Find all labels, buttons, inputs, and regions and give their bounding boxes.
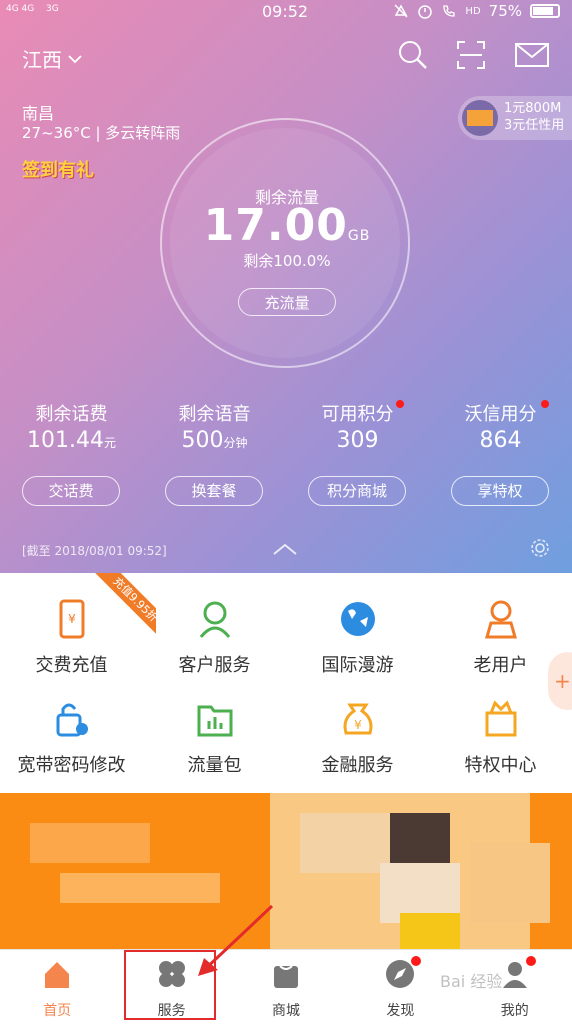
svg-text:¥: ¥ — [68, 612, 76, 626]
promo-image-banner[interactable] — [0, 793, 572, 949]
customer-service-icon — [199, 601, 230, 638]
flow-unit: GB — [347, 228, 371, 244]
stat-value: 309 — [336, 428, 379, 453]
service-label: 国际漫游 — [321, 655, 394, 676]
stats-row: 剩余话费 101.44元 交话费 剩余语音 500分钟 换套餐 可用积分 309… — [0, 400, 572, 506]
service-label: 交费充值 — [35, 655, 108, 676]
tab-home[interactable]: 首页 — [0, 950, 114, 1024]
stat-value: 101.44 — [27, 428, 104, 453]
notification-dot — [541, 400, 549, 408]
home-icon — [45, 962, 70, 988]
pixelated-banner-image — [0, 793, 572, 949]
battery-icon — [530, 4, 560, 18]
chevron-down-icon — [68, 54, 82, 63]
recharge-data-button[interactable]: 充流量 — [238, 288, 336, 316]
promo-line1: 1元800M — [504, 101, 562, 116]
service-roaming[interactable]: 国际漫游 — [286, 599, 429, 677]
stat-voice: 剩余语音 500分钟 换套餐 — [143, 400, 286, 506]
ribbon-text: 充值9.95折 — [89, 573, 156, 643]
signal-label-2: 3G — [46, 4, 59, 14]
signal-label-1: 4G 4G — [6, 4, 35, 14]
data-usage-circle: 剩余流量 17.00GB 剩余100.0% 充流量 — [160, 118, 410, 368]
notification-dot — [396, 400, 404, 408]
status-bar: 4G 4G 3G 09:52 HD 75% — [0, 0, 572, 24]
chevron-up-icon[interactable] — [272, 542, 298, 556]
folder-chart-icon — [197, 705, 232, 737]
stat-value-wrap: 101.44元 — [0, 428, 143, 453]
money-bag-icon: ¥ — [343, 703, 372, 735]
alarm-icon — [418, 5, 433, 19]
service-data-pack[interactable]: 流量包 — [143, 699, 286, 777]
call-icon — [443, 5, 456, 17]
stat-label: 沃信用分 — [464, 404, 537, 425]
annotation-arrow-icon — [198, 904, 274, 976]
stat-value: 500 — [181, 428, 224, 453]
service-label: 金融服务 — [321, 755, 394, 776]
service-broadband-password[interactable]: 宽带密码修改 — [0, 699, 143, 777]
change-plan-button[interactable]: 换套餐 — [165, 476, 263, 506]
user-icon — [484, 600, 517, 639]
tab-label: 商城 — [271, 1003, 300, 1019]
promo-card-icon — [462, 100, 498, 136]
status-right: HD 75% — [393, 2, 560, 20]
stat-label: 剩余话费 — [35, 404, 108, 425]
flow-value-wrap: 17.00GB — [162, 200, 412, 251]
battery-percent: 75% — [488, 2, 522, 20]
hero-panel: 4G 4G 3G 09:52 HD 75% 江西 南昌 27~36°C | 多云… — [0, 0, 572, 573]
header-actions — [398, 40, 550, 70]
search-icon[interactable] — [398, 40, 428, 70]
stat-unit: 元 — [103, 436, 116, 450]
mute-icon — [394, 4, 408, 18]
stat-value-wrap: 309 — [286, 428, 429, 453]
flow-value: 17.00 — [203, 200, 348, 251]
mail-icon[interactable] — [514, 40, 550, 70]
hd-label: HD — [465, 5, 481, 17]
tab-label: 我的 — [500, 1003, 529, 1019]
service-label: 客户服务 — [178, 655, 251, 676]
service-label: 流量包 — [187, 755, 242, 776]
scan-icon[interactable] — [456, 40, 486, 70]
service-finance[interactable]: ¥ 金融服务 — [286, 699, 429, 777]
service-label: 特权中心 — [464, 755, 537, 776]
stat-label: 剩余语音 — [178, 404, 251, 425]
stat-label: 可用积分 — [321, 404, 394, 425]
watermark: Bai 经验 — [440, 972, 503, 991]
lock-gear-icon — [56, 703, 88, 737]
svg-text:¥: ¥ — [354, 718, 362, 732]
service-label: 宽带密码修改 — [17, 755, 126, 776]
service-privilege-center[interactable]: 特权中心 — [429, 699, 572, 777]
region-label: 江西 — [22, 48, 62, 72]
weather-city: 南昌 — [22, 104, 55, 123]
weather-info: 27~36°C | 多云转阵雨 — [22, 124, 181, 142]
stat-balance: 剩余话费 101.44元 交话费 — [0, 400, 143, 506]
promo-line2: 3元任性用 — [504, 118, 565, 133]
tab-label: 发现 — [386, 1003, 415, 1019]
promo-text: 1元800M 3元任性用 — [504, 100, 564, 134]
checkin-badge[interactable]: 签到有礼 — [22, 156, 96, 186]
points-mall-button[interactable]: 积分商城 — [308, 476, 406, 506]
region-selector[interactable]: 江西 — [22, 44, 82, 73]
globe-icon — [340, 602, 375, 636]
gear-icon[interactable] — [530, 538, 550, 558]
stat-credit: 沃信用分 864 享特权 — [429, 400, 572, 506]
notification-dot — [525, 956, 536, 966]
tab-label: 首页 — [43, 1003, 72, 1019]
updated-timestamp: [截至 2018/08/01 09:52] — [22, 544, 167, 558]
float-add-button[interactable]: + — [548, 652, 572, 710]
stat-unit: 分钟 — [223, 436, 248, 450]
privileges-button[interactable]: 享特权 — [451, 476, 549, 506]
stat-value-wrap: 864 — [429, 428, 572, 453]
notification-dot — [411, 956, 422, 966]
discount-ribbon: 充值9.95折 — [86, 573, 156, 643]
promo-banner[interactable]: 1元800M 3元任性用 — [458, 96, 572, 140]
stat-points: 可用积分 309 积分商城 — [286, 400, 429, 506]
stat-value-wrap: 500分钟 — [143, 428, 286, 453]
stat-value: 864 — [479, 428, 522, 453]
flow-percent: 剩余100.0% — [243, 252, 331, 270]
crown-bag-icon — [485, 700, 516, 737]
pay-bill-button[interactable]: 交话费 — [22, 476, 120, 506]
service-customer[interactable]: 客户服务 — [143, 599, 286, 677]
status-time: 09:52 — [262, 2, 309, 21]
